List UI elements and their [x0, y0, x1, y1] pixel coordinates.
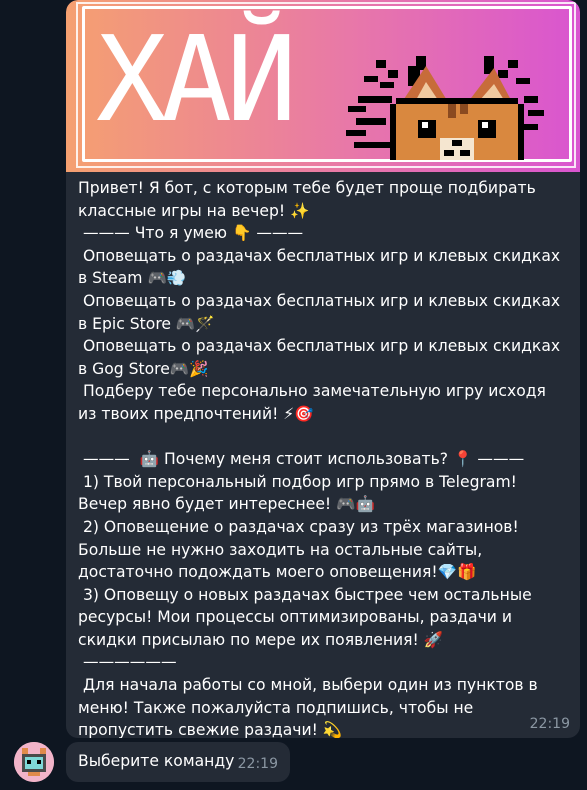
- choose-command-text: Выберите команду: [78, 752, 235, 770]
- banner-title: ХАЙ: [96, 10, 297, 148]
- message-timestamp: 22:19: [529, 716, 570, 732]
- bot-welcome-text: Привет! Я бот, с которым тебе будет прощ…: [78, 179, 561, 738]
- pixel-cat-icon: [346, 56, 544, 160]
- bot-avatar[interactable]: [14, 742, 54, 782]
- bot-message-bubble: ХАЙ Привет! Я бот, с которым тебе будет …: [66, 0, 580, 738]
- avatar-cat-icon: [14, 742, 54, 782]
- welcome-banner-image: ХАЙ: [66, 0, 580, 172]
- message-timestamp: 22:19: [237, 756, 278, 772]
- bot-reply-bubble: Выберите команду 22:19: [66, 742, 290, 782]
